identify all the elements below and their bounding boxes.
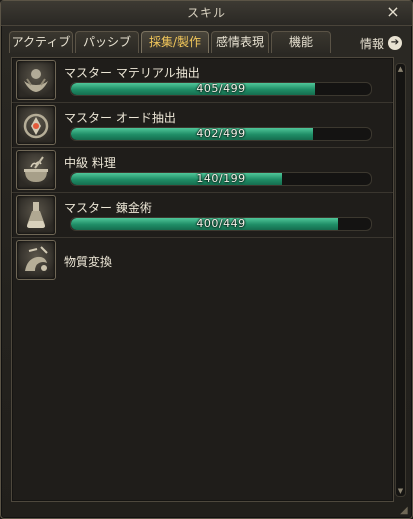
tab-passive-skills[interactable]: パッシブ (75, 31, 139, 53)
tab-active-skills[interactable]: アクティブ (9, 31, 73, 53)
info-label: 情報 (359, 36, 384, 51)
skill-progress-text: 405/499 (196, 82, 246, 95)
arrow-right-icon: ➔ (388, 36, 402, 50)
skill-progress-text: 402/499 (196, 127, 246, 140)
skill-progress-bar: 402/499 (70, 127, 372, 141)
scrollbar[interactable]: ▲ ▼ (395, 63, 406, 497)
skill-name: マスター オード抽出 (64, 111, 176, 125)
window-title: スキル (186, 6, 226, 20)
skill-row[interactable]: マスター オード抽出 402/499 (12, 103, 393, 148)
skill-row[interactable]: 物質変換 (12, 238, 393, 282)
skill-name: マスター マテリアル抽出 (64, 66, 200, 80)
scroll-up-icon[interactable]: ▲ (396, 64, 405, 74)
skill-list: マスター マテリアル抽出 405/499 マスター オード抽出 402/499 (11, 57, 394, 502)
skill-progress-text: 400/449 (196, 217, 246, 230)
skill-progress-text: 140/199 (196, 172, 246, 185)
hands-orb-icon[interactable] (16, 60, 56, 100)
resize-grip-icon[interactable]: ◢ (400, 506, 410, 516)
cooking-pot-icon[interactable] (16, 150, 56, 190)
flask-icon[interactable] (16, 195, 56, 235)
skill-progress-bar: 400/449 (70, 217, 372, 231)
tab-gathering-crafting[interactable]: 採集/製作 (141, 31, 209, 53)
hand-transmute-icon[interactable] (16, 240, 56, 280)
skill-name: 中級 料理 (64, 156, 116, 170)
info-button[interactable]: 情報 ➔ (360, 34, 402, 52)
skill-window: スキル × アクティブ パッシブ 採集/製作 感情表現 機能 情報 ➔ マスター… (0, 0, 413, 519)
skill-name: マスター 錬金術 (64, 201, 152, 215)
close-button[interactable]: × (384, 3, 402, 21)
skill-row[interactable]: 中級 料理 140/199 (12, 148, 393, 193)
skill-name: 物質変換 (64, 255, 113, 269)
tab-functions[interactable]: 機能 (271, 31, 331, 53)
title-bar[interactable]: スキル × (1, 1, 412, 26)
scroll-down-icon[interactable]: ▼ (396, 486, 405, 496)
tab-emotes[interactable]: 感情表現 (211, 31, 269, 53)
crystal-orb-icon[interactable] (16, 105, 56, 145)
skill-row[interactable]: マスター 錬金術 400/449 (12, 193, 393, 238)
skill-progress-bar: 405/499 (70, 82, 372, 96)
skill-row[interactable]: マスター マテリアル抽出 405/499 (12, 58, 393, 103)
skill-progress-bar: 140/199 (70, 172, 372, 186)
